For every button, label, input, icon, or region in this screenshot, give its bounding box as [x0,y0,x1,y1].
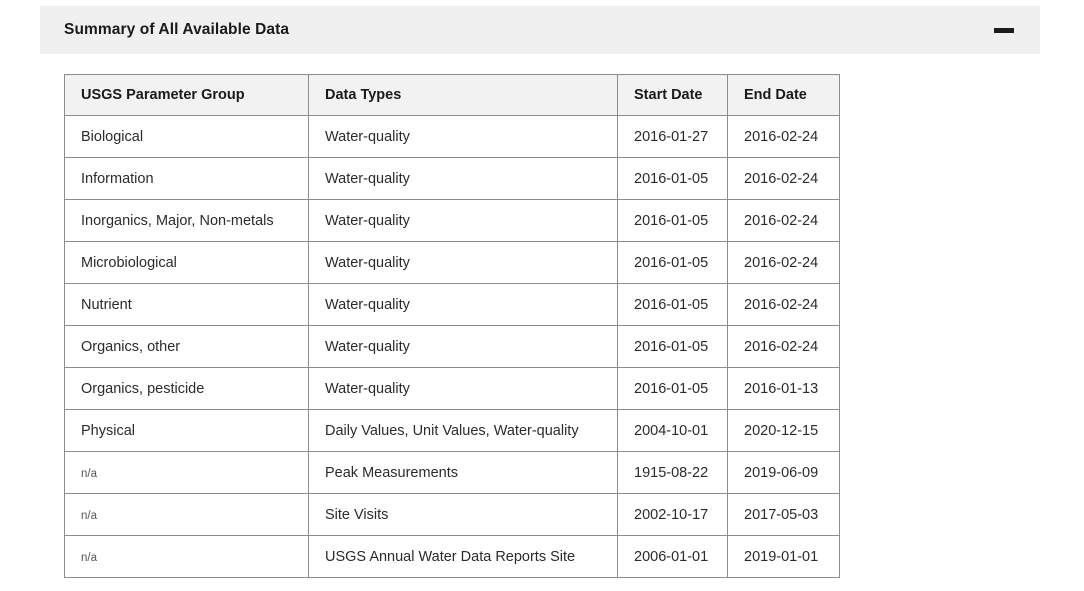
cell-parameter-group: Organics, pesticide [64,367,309,410]
column-header-parameter-group: USGS Parameter Group [64,74,309,116]
cell-parameter-group: n/a [64,535,309,578]
cell-parameter-group: Physical [64,409,309,452]
cell-start-date: 2016-01-05 [617,367,728,410]
summary-table-container: USGS Parameter Group Data Types Start Da… [64,74,840,578]
na-placeholder: n/a [81,509,97,522]
cell-start-date: 2016-01-05 [617,283,728,326]
cell-data-types: Water-quality [308,367,618,410]
cell-parameter-group: Biological [64,115,309,158]
cell-end-date: 2016-02-24 [727,199,840,242]
cell-data-types: Water-quality [308,283,618,326]
collapse-section-button[interactable] [992,18,1016,42]
cell-data-types: Daily Values, Unit Values, Water-quality [308,409,618,452]
cell-data-types: Peak Measurements [308,451,618,494]
cell-parameter-group: Information [64,157,309,200]
cell-end-date: 2016-02-24 [727,241,840,284]
cell-end-date: 2016-01-13 [727,367,840,410]
cell-start-date: 2016-01-05 [617,325,728,368]
cell-end-date: 2016-02-24 [727,157,840,200]
table-row: Nutrient Water-quality 2016-01-05 2016-02-2… [64,283,840,326]
cell-parameter-group: Inorganics, Major, Non-metals [64,199,309,242]
na-placeholder: n/a [81,467,97,480]
cell-start-date: 2016-01-27 [617,115,728,158]
cell-data-types: Water-quality [308,157,618,200]
table-row: Inorganics, Major, Non-metals Water-quali… [64,199,840,242]
cell-start-date: 2006-01-01 [617,535,728,578]
cell-data-types: Water-quality [308,325,618,368]
table-row: Organics, other Water-quality 2016-01-05 20… [64,325,840,368]
cell-end-date: 2019-06-09 [727,451,840,494]
cell-end-date: 2016-02-24 [727,325,840,368]
table-row: Physical Daily Values, Unit Values, Water… [64,409,840,452]
cell-end-date: 2020-12-15 [727,409,840,452]
page-title: Summary of All Available Data [64,21,290,39]
cell-end-date: 2017-05-03 [727,493,840,536]
table-row: Microbiological Water-quality 2016-01-05 20… [64,241,840,284]
table-row: n/a Site Visits 2002-10-17 2017-05-03 [64,493,840,536]
cell-data-types: Water-quality [308,115,618,158]
cell-parameter-group: n/a [64,493,309,536]
cell-data-types: Water-quality [308,199,618,242]
summary-panel-header[interactable]: Summary of All Available Data [40,6,1040,54]
table-row: Organics, pesticide Water-quality 2016-01-… [64,367,840,410]
minus-icon [994,27,1014,33]
page-root: Summary of All Available Data USGS Param… [0,0,1084,591]
cell-data-types: Site Visits [308,493,618,536]
cell-end-date: 2016-02-24 [727,115,840,158]
table-row: Information Water-quality 2016-01-05 2016-0… [64,157,840,200]
cell-start-date: 2016-01-05 [617,199,728,242]
table-body: Biological Water-quality 2016-01-27 2016-02… [64,115,840,578]
cell-start-date: 2002-10-17 [617,493,728,536]
cell-end-date: 2019-01-01 [727,535,840,578]
na-placeholder: n/a [81,551,97,564]
cell-data-types: USGS Annual Water Data Reports Site [308,535,618,578]
column-header-data-types: Data Types [308,74,618,116]
cell-start-date: 2016-01-05 [617,157,728,200]
cell-start-date: 2016-01-05 [617,241,728,284]
cell-parameter-group: Organics, other [64,325,309,368]
cell-parameter-group: n/a [64,451,309,494]
column-header-end-date: End Date [727,74,840,116]
cell-start-date: 2004-10-01 [617,409,728,452]
cell-end-date: 2016-02-24 [727,283,840,326]
cell-data-types: Water-quality [308,241,618,284]
summary-table: USGS Parameter Group Data Types Start Da… [64,74,840,578]
column-header-start-date: Start Date [617,74,728,116]
cell-parameter-group: Nutrient [64,283,309,326]
table-row: n/a USGS Annual Water Data Reports Site 20… [64,535,840,578]
table-row: Biological Water-quality 2016-01-27 2016-02… [64,115,840,158]
table-header-row: USGS Parameter Group Data Types Start Da… [64,74,840,116]
cell-start-date: 1915-08-22 [617,451,728,494]
cell-parameter-group: Microbiological [64,241,309,284]
table-header: USGS Parameter Group Data Types Start Da… [64,74,840,116]
table-row: n/a Peak Measurements 1915-08-22 2019-06-09 [64,451,840,494]
